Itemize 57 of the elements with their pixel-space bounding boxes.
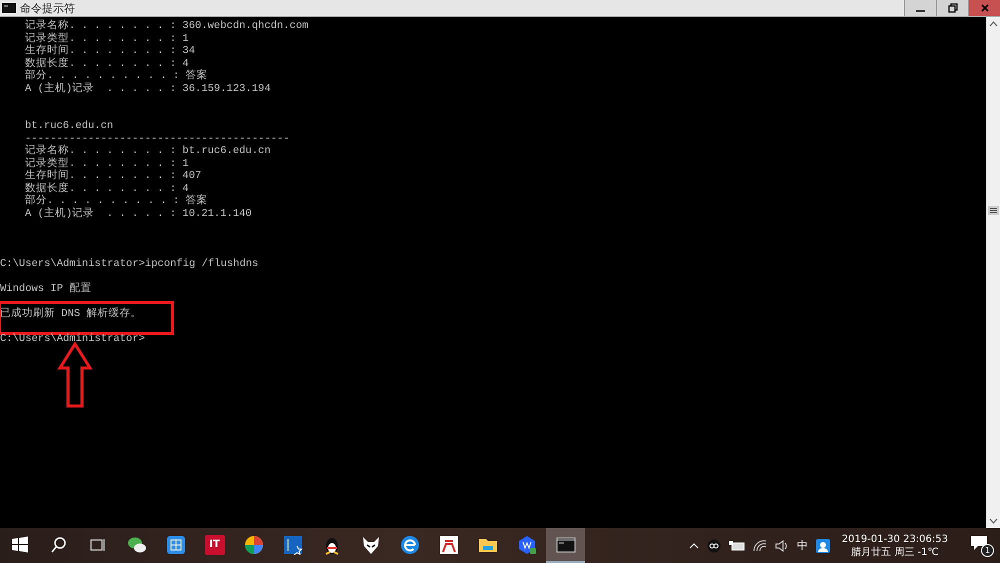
input-method-indicator[interactable]: 中 xyxy=(796,538,808,553)
terminal-icon xyxy=(2,3,16,13)
fox-head-icon[interactable] xyxy=(360,534,380,554)
console-line: 记录类型. . . . . . . . : 1 xyxy=(25,158,189,170)
scroll-thumb[interactable] xyxy=(988,206,999,215)
speaker-icon[interactable] xyxy=(774,540,789,552)
terminal-icon[interactable] xyxy=(556,534,576,554)
console-line: ------------------------------------------ xyxy=(25,132,290,144)
console-line: 记录类型. . . . . . . . : 1 xyxy=(25,32,189,44)
console-line: A (主机)记录 . . . . . : 36.159.123.194 xyxy=(25,82,271,95)
restore-button[interactable] xyxy=(936,0,968,16)
console-line: C:\Users\Administrator>ipconfig /flushdns xyxy=(0,258,258,270)
search-icon[interactable] xyxy=(48,534,68,554)
chat-bubbles-icon[interactable] xyxy=(126,534,146,554)
console-line: 部分. . . . . . . . . . : 答案 xyxy=(25,195,208,207)
notification-button[interactable]: 1 xyxy=(970,534,992,556)
console-line: 数据长度. . . . . . . . : 4 xyxy=(25,58,189,70)
scroll-down-icon[interactable] xyxy=(989,518,998,524)
console-line: bt.ruc6.edu.cn xyxy=(25,120,114,132)
wifi-icon[interactable] xyxy=(752,540,767,552)
minimize-icon xyxy=(916,10,925,12)
console-line: 部分. . . . . . . . . . : 答案 xyxy=(25,70,208,82)
pinwheel-icon[interactable] xyxy=(244,534,264,554)
console-line: 数据长度. . . . . . . . : 4 xyxy=(25,182,189,194)
person-app-icon[interactable] xyxy=(816,538,830,552)
browser-e-icon[interactable] xyxy=(400,534,420,554)
battery-icon[interactable] xyxy=(728,540,745,552)
caret-icon[interactable] xyxy=(688,542,699,548)
grip-icon xyxy=(990,208,997,213)
minimize-button[interactable] xyxy=(904,0,936,16)
console-line: 记录名称. . . . . . . . : bt.ruc6.edu.cn xyxy=(25,145,271,157)
taskbar-button[interactable]: IT xyxy=(195,528,234,563)
scroll-up-icon[interactable] xyxy=(989,21,998,27)
date-time: 2019-01-30 23:06:53 xyxy=(842,532,948,546)
console-line: Windows IP 配置 xyxy=(0,282,92,295)
app-logo-icon[interactable] xyxy=(438,534,458,554)
round-tray-icon[interactable] xyxy=(706,538,721,552)
office-app-icon[interactable] xyxy=(516,534,536,554)
scrollbar[interactable] xyxy=(986,17,1000,528)
console-line: 记录名称. . . . . . . . : 360.webcdn.qhcdn.com xyxy=(25,20,308,32)
grid-app-icon[interactable] xyxy=(166,534,186,554)
console-line: C:\Users\Administrator> xyxy=(0,332,145,345)
console-line: 生存时间. . . . . . . . : 407 xyxy=(25,170,202,182)
clock[interactable]: 2019-01-30 23:06:53 腊月廿五 周三 -1℃ xyxy=(842,532,948,558)
lunar-date-weather: 腊月廿五 周三 -1℃ xyxy=(851,546,939,558)
console-line: 生存时间. . . . . . . . : 34 xyxy=(25,45,196,57)
close-icon xyxy=(980,3,990,13)
windows-logo-icon[interactable] xyxy=(10,534,30,554)
restore-icon xyxy=(948,3,958,13)
notification-count: 1 xyxy=(981,544,994,556)
taskbar-button[interactable] xyxy=(546,528,585,563)
window-title: 命令提示符 xyxy=(20,0,76,16)
tools-app-icon[interactable] xyxy=(282,534,302,554)
up-arrow-icon xyxy=(57,342,93,408)
console-line: A (主机)记录 . . . . . : 10.21.1.140 xyxy=(25,208,252,220)
console-line: 已成功刷新 DNS 解析缓存。 xyxy=(0,308,142,320)
close-button[interactable] xyxy=(968,0,1000,16)
